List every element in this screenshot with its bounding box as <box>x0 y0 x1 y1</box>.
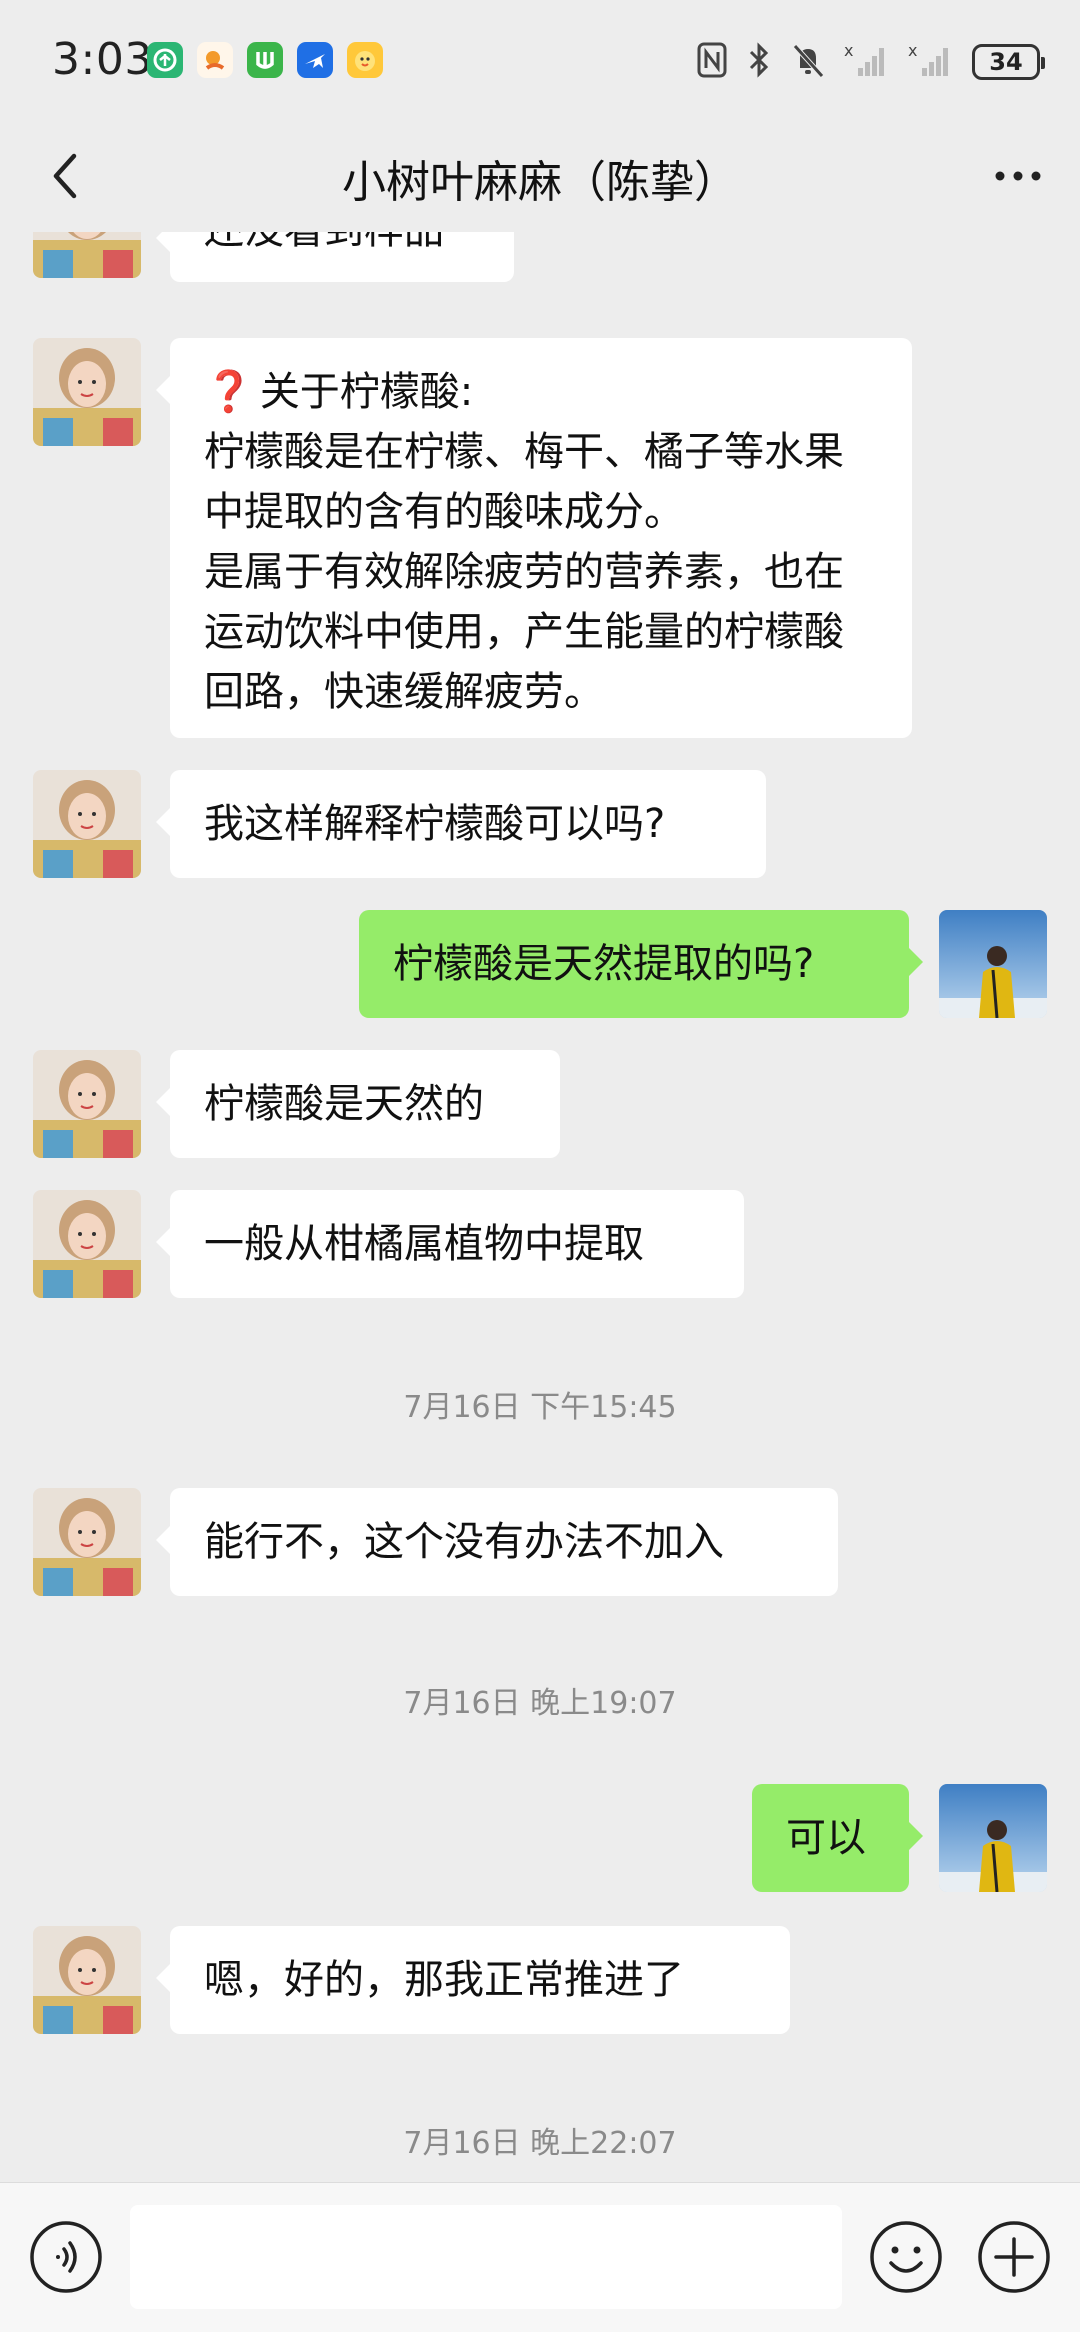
signal-2-icon: x <box>908 40 954 84</box>
message-text: 柠檬酸是天然提取的吗? <box>393 941 815 987</box>
message-text: 可以 <box>786 1815 866 1861</box>
message-text: 一般从柑橘属植物中提取 <box>204 1221 644 1267</box>
plus-icon <box>978 2221 1050 2293</box>
green-shield-app-icon <box>247 42 283 78</box>
nfc-icon <box>696 40 728 84</box>
contact-avatar[interactable] <box>33 1488 141 1596</box>
chat-title: 小树叶麻麻（陈挚） <box>342 157 738 208</box>
message-heading-text: 关于柠檬酸: <box>259 369 474 415</box>
contact-avatar[interactable] <box>33 1050 141 1158</box>
yellow-duck-app-icon <box>347 42 383 78</box>
contact-avatar[interactable] <box>33 338 141 446</box>
more-button[interactable] <box>986 144 1050 208</box>
message-input[interactable] <box>130 2205 842 2309</box>
timestamp: 7月16日 下午15:45 <box>403 1390 677 1425</box>
timestamp: 7月16日 晚上19:07 <box>403 1686 677 1721</box>
my-avatar[interactable] <box>939 1784 1047 1892</box>
timestamp: 7月16日 晚上22:07 <box>403 2126 677 2161</box>
message-text: 柠檬酸是在柠檬、梅干、橘子等水果中提取的含有的酸味成分。 <box>204 429 844 535</box>
more-functions-button[interactable] <box>976 2219 1052 2295</box>
message-text: 我这样解释柠檬酸可以吗? <box>204 801 666 847</box>
battery-level: 34 <box>989 48 1023 76</box>
blue-plane-app-icon <box>297 42 333 78</box>
my-avatar[interactable] <box>939 910 1047 1018</box>
mute-bell-icon <box>790 40 826 84</box>
orange-bird-app-icon <box>197 42 233 78</box>
chevron-left-icon <box>53 153 77 199</box>
svg-text:x: x <box>844 41 853 60</box>
contact-avatar[interactable] <box>33 770 141 878</box>
message-bubble-outgoing[interactable]: 柠檬酸是天然提取的吗? <box>359 910 923 1018</box>
voice-button[interactable] <box>28 2219 104 2295</box>
smiley-icon <box>870 2221 942 2293</box>
message-text: 还没看到样品 <box>204 232 444 253</box>
message-bubble[interactable]: 柠檬酸是天然的 <box>156 1050 560 1158</box>
contact-avatar[interactable] <box>33 1926 141 2034</box>
message-bubble[interactable]: 能行不，这个没有办法不加入 <box>156 1488 838 1596</box>
contact-avatar[interactable] <box>33 232 141 278</box>
message-text: 柠檬酸是天然的 <box>204 1081 484 1127</box>
more-dots-icon <box>995 171 1041 181</box>
message-text: 能行不，这个没有办法不加入 <box>204 1519 724 1565</box>
message-bubble[interactable]: 一般从柑橘属植物中提取 <box>156 1190 744 1298</box>
message-bubble[interactable]: ❓ 关于柠檬酸: 柠檬酸是在柠檬、梅干、橘子等水果中提取的含有的酸味成分。 是属于… <box>156 338 912 738</box>
green-leaf-app-icon <box>147 42 183 78</box>
message-text: 是属于有效解除疲劳的营养素，也在运动饮料中使用，产生能量的柠檬酸回路，快速缓解疲… <box>204 549 844 715</box>
message-text: 嗯，好的，那我正常推进了 <box>204 1957 684 2003</box>
question-mark-icon: ❓ <box>204 369 254 415</box>
message-bubble[interactable]: 嗯，好的，那我正常推进了 <box>156 1926 790 2034</box>
battery-icon: 34 <box>972 44 1045 80</box>
status-time: 3:03 <box>52 34 153 85</box>
message-bubble[interactable]: 还没看到样品 <box>156 232 514 282</box>
message-bubble[interactable]: 我这样解释柠檬酸可以吗? <box>156 770 766 878</box>
message-list[interactable]: 还没看到样品 ❓关于柠檬酸: 柠檬酸是在柠檬、梅干、橘子等水果中提取的含有的酸味… <box>0 232 1080 2182</box>
system-icons: x x 34 <box>696 40 1045 84</box>
back-button[interactable] <box>36 144 100 208</box>
signal-1-icon: x <box>844 40 890 84</box>
emoji-button[interactable] <box>868 2219 944 2295</box>
contact-avatar[interactable] <box>33 1190 141 1298</box>
svg-text:x: x <box>908 41 917 60</box>
bluetooth-icon <box>746 40 772 84</box>
chat-header: 小树叶麻麻（陈挚） <box>0 120 1080 232</box>
message-bubble-outgoing[interactable]: 可以 <box>752 1784 923 1892</box>
message-heading: ❓ 关于柠檬酸: <box>204 362 878 422</box>
input-bar <box>0 2182 1080 2332</box>
status-bar: 3:03 x x 34 <box>0 0 1080 120</box>
voice-icon <box>30 2221 102 2293</box>
